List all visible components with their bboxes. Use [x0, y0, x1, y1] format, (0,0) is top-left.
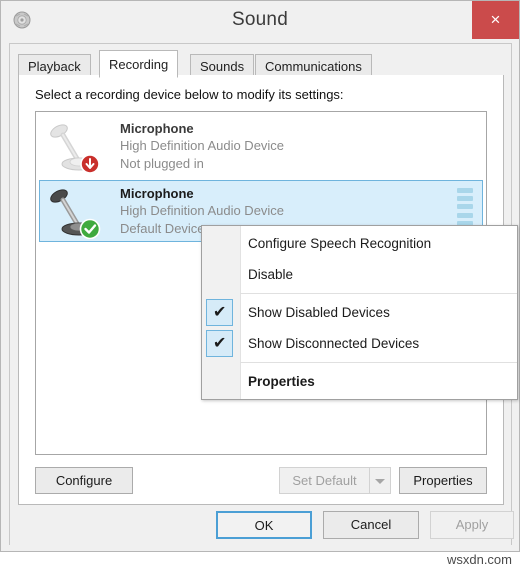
- menu-item-properties[interactable]: Properties: [202, 366, 517, 397]
- tab-sounds[interactable]: Sounds: [190, 54, 255, 77]
- window-title: Sound: [232, 9, 288, 30]
- tab-communications[interactable]: Communications: [255, 54, 372, 77]
- tab-strip: Playback Recording Sounds Communications: [18, 50, 498, 78]
- watermark: wsxdn.com: [446, 552, 512, 567]
- device-list-item-microphone-unplugged[interactable]: Microphone High Definition Audio Device …: [39, 115, 483, 177]
- tab-playback[interactable]: Playback: [18, 54, 91, 77]
- device-status: Not plugged in: [120, 156, 204, 171]
- checkbox-checked-icon: ✔: [206, 299, 233, 326]
- device-driver: High Definition Audio Device: [120, 203, 285, 218]
- page-instruction: Select a recording device below to modif…: [35, 87, 344, 102]
- set-default-button[interactable]: Set Default: [279, 467, 369, 494]
- menu-item-label: Show Disconnected Devices: [248, 336, 420, 351]
- set-default-dropdown-button[interactable]: [369, 467, 391, 494]
- cancel-button[interactable]: Cancel: [323, 511, 419, 539]
- menu-item-disable[interactable]: Disable: [202, 259, 517, 290]
- device-name: Microphone: [120, 186, 194, 201]
- menu-item-show-disabled-devices[interactable]: ✔ Show Disabled Devices: [202, 297, 517, 328]
- tab-recording[interactable]: Recording: [99, 50, 179, 78]
- configure-button[interactable]: Configure: [35, 467, 133, 494]
- microphone-icon: [46, 120, 104, 174]
- device-driver: High Definition Audio Device: [120, 138, 285, 153]
- ok-button[interactable]: OK: [216, 511, 312, 539]
- device-text-block: Microphone High Definition Audio Device …: [120, 120, 284, 173]
- device-name: Microphone: [120, 121, 194, 136]
- device-action-buttons: Configure Set Default Properties: [35, 467, 487, 495]
- checkbox-checked-icon: ✔: [206, 330, 233, 357]
- menu-item-show-disconnected-devices[interactable]: ✔ Show Disconnected Devices: [202, 328, 517, 359]
- properties-button[interactable]: Properties: [399, 467, 487, 494]
- check-icon: ✔: [213, 335, 227, 352]
- menu-item-label: Show Disabled Devices: [248, 305, 390, 320]
- context-menu[interactable]: Configure Speech Recognition Disable ✔ S…: [201, 225, 518, 400]
- close-icon[interactable]: ×: [472, 1, 519, 39]
- chevron-down-icon: [375, 479, 385, 485]
- dialog-footer: OK Cancel Apply: [10, 501, 514, 545]
- title-bar: Sound ×: [1, 1, 519, 40]
- sound-dialog-window: Sound × Playback Recording Sounds Commun…: [0, 0, 520, 552]
- menu-item-configure-speech-recognition[interactable]: Configure Speech Recognition: [202, 228, 517, 259]
- menu-separator: [240, 362, 517, 363]
- menu-separator: [240, 293, 517, 294]
- check-icon: ✔: [213, 304, 227, 321]
- microphone-icon: [46, 185, 104, 240]
- apply-button[interactable]: Apply: [430, 511, 514, 539]
